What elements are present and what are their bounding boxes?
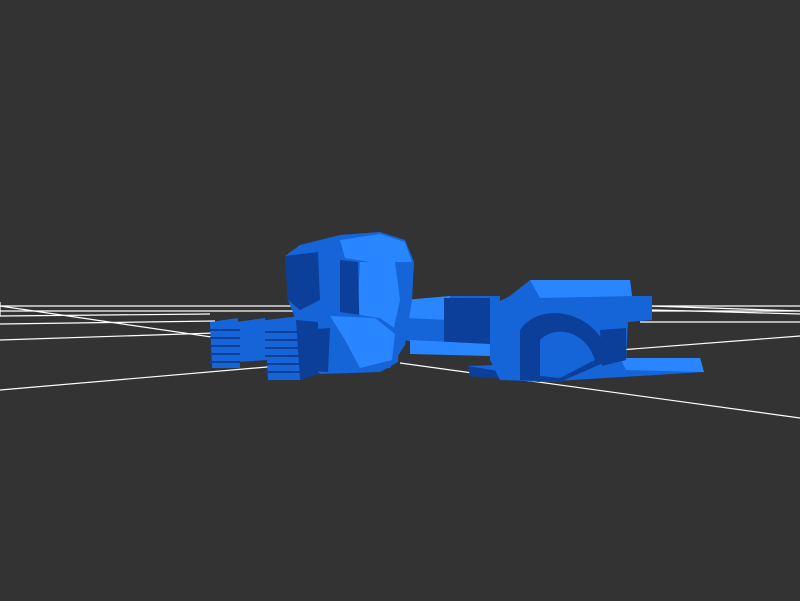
gripper-left <box>210 318 240 368</box>
robot-model[interactable] <box>210 232 704 382</box>
scene-canvas[interactable] <box>0 0 800 601</box>
robot-wrist <box>236 318 268 362</box>
3d-viewport[interactable] <box>0 0 800 601</box>
